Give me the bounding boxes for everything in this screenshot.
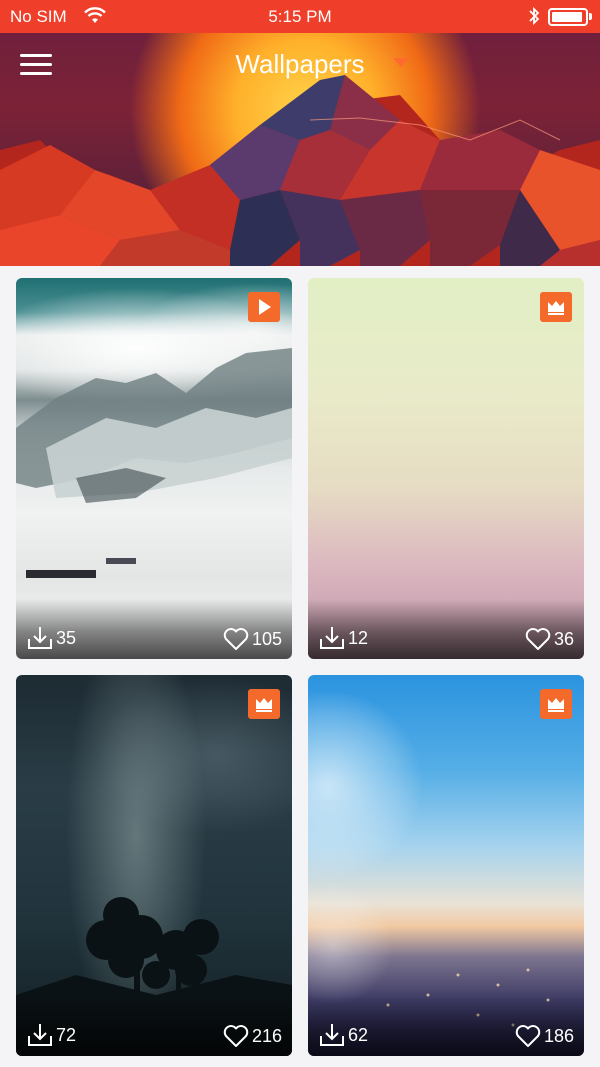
download-count: 62	[318, 1022, 368, 1048]
wallpaper-card[interactable]: 72 216	[16, 675, 292, 1056]
badge-premium	[540, 292, 572, 322]
download-count: 72	[26, 1022, 76, 1048]
badge-play	[248, 292, 280, 322]
page-title: Wallpapers	[235, 49, 365, 79]
battery-tip	[589, 13, 592, 20]
download-icon	[320, 1024, 344, 1046]
like-count[interactable]: 36	[524, 627, 574, 651]
play-icon	[259, 299, 271, 315]
wallpaper-card[interactable]: 35 105	[16, 278, 292, 659]
heart-icon	[223, 628, 249, 650]
like-count[interactable]: 105	[222, 627, 282, 651]
heart-icon	[223, 1025, 249, 1047]
download-icon	[28, 1024, 52, 1046]
battery-icon	[548, 8, 588, 26]
clock: 5:15 PM	[268, 7, 332, 26]
download-count: 12	[318, 625, 368, 651]
badge-premium	[248, 689, 280, 719]
chevron-down-icon[interactable]	[393, 58, 409, 67]
category-selector[interactable]: Wallpapers	[0, 49, 600, 80]
like-count[interactable]: 186	[514, 1024, 574, 1048]
download-count: 35	[26, 625, 76, 651]
wallpaper-card[interactable]: 12 36	[308, 278, 584, 659]
banner-artwork	[0, 75, 600, 266]
crown-icon	[548, 698, 564, 712]
bluetooth-icon	[527, 6, 541, 31]
heart-icon	[525, 628, 551, 650]
download-icon	[28, 627, 52, 649]
download-icon	[320, 627, 344, 649]
badge-premium	[540, 689, 572, 719]
heart-icon	[515, 1025, 541, 1047]
wallpaper-card[interactable]: 62 186	[308, 675, 584, 1056]
status-bar: No SIM 5:15 PM	[0, 0, 600, 33]
header-banner: No SIM 5:15 PM Wallpapers	[0, 0, 600, 266]
crown-icon	[256, 698, 272, 712]
crown-icon	[548, 301, 564, 315]
wallpaper-grid: 35 105 12 36 72 216 62 186	[0, 266, 600, 1067]
like-count[interactable]: 216	[222, 1024, 282, 1048]
